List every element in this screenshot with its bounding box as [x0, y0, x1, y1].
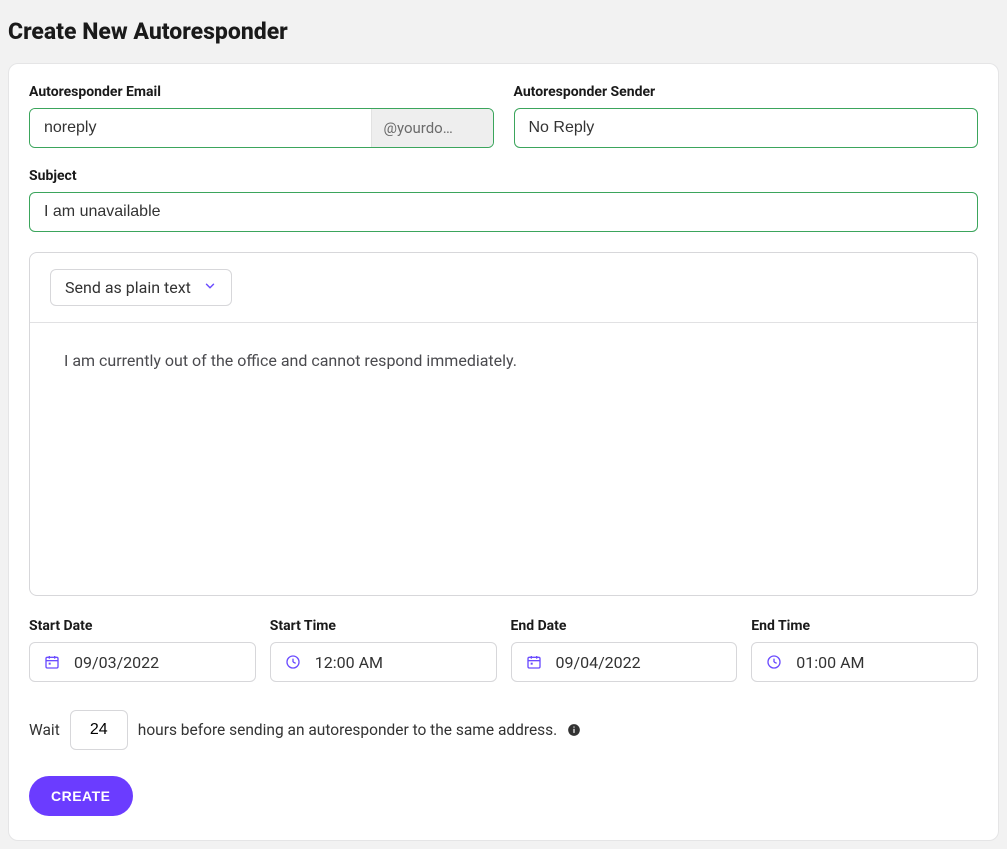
wait-row: Wait hours before sending an autorespond… [29, 710, 978, 750]
start-date-label: Start Date [29, 618, 256, 634]
clock-icon [285, 654, 301, 670]
wait-prefix: Wait [29, 721, 60, 739]
sender-label: Autoresponder Sender [514, 84, 979, 100]
autoresponder-form-card: Autoresponder Email @yourdo… Autorespond… [8, 63, 999, 841]
end-date-input[interactable]: 09/04/2022 [511, 642, 738, 682]
wait-hours-input[interactable] [70, 710, 128, 750]
start-time-input[interactable]: 12:00 AM [270, 642, 497, 682]
end-time-value: 01:00 AM [796, 653, 864, 672]
body-editor: Send as plain text [29, 252, 978, 596]
start-time-label: Start Time [270, 618, 497, 634]
email-label: Autoresponder Email [29, 84, 494, 100]
sender-input[interactable] [514, 108, 979, 148]
email-input[interactable] [30, 109, 371, 147]
chevron-down-icon [203, 278, 217, 297]
format-select-label: Send as plain text [65, 278, 191, 297]
end-date-label: End Date [511, 618, 738, 634]
subject-label: Subject [29, 168, 978, 184]
editor-body [30, 323, 977, 595]
body-textarea[interactable] [64, 351, 943, 491]
wait-suffix: hours before sending an autoresponder to… [138, 721, 558, 739]
page-title: Create New Autoresponder [8, 18, 999, 45]
start-time-value: 12:00 AM [315, 653, 383, 672]
format-select[interactable]: Send as plain text [50, 269, 232, 306]
editor-toolbar: Send as plain text [30, 253, 977, 323]
email-domain-suffix: @yourdo… [371, 109, 493, 147]
info-icon[interactable] [567, 723, 581, 737]
end-date-value: 09/04/2022 [556, 653, 641, 672]
create-button[interactable]: CREATE [29, 776, 133, 816]
start-date-input[interactable]: 09/03/2022 [29, 642, 256, 682]
subject-input[interactable] [29, 192, 978, 232]
start-date-value: 09/03/2022 [74, 653, 159, 672]
end-time-label: End Time [751, 618, 978, 634]
calendar-icon [44, 654, 60, 670]
calendar-icon [526, 654, 542, 670]
email-input-group: @yourdo… [29, 108, 494, 148]
end-time-input[interactable]: 01:00 AM [751, 642, 978, 682]
clock-icon [766, 654, 782, 670]
